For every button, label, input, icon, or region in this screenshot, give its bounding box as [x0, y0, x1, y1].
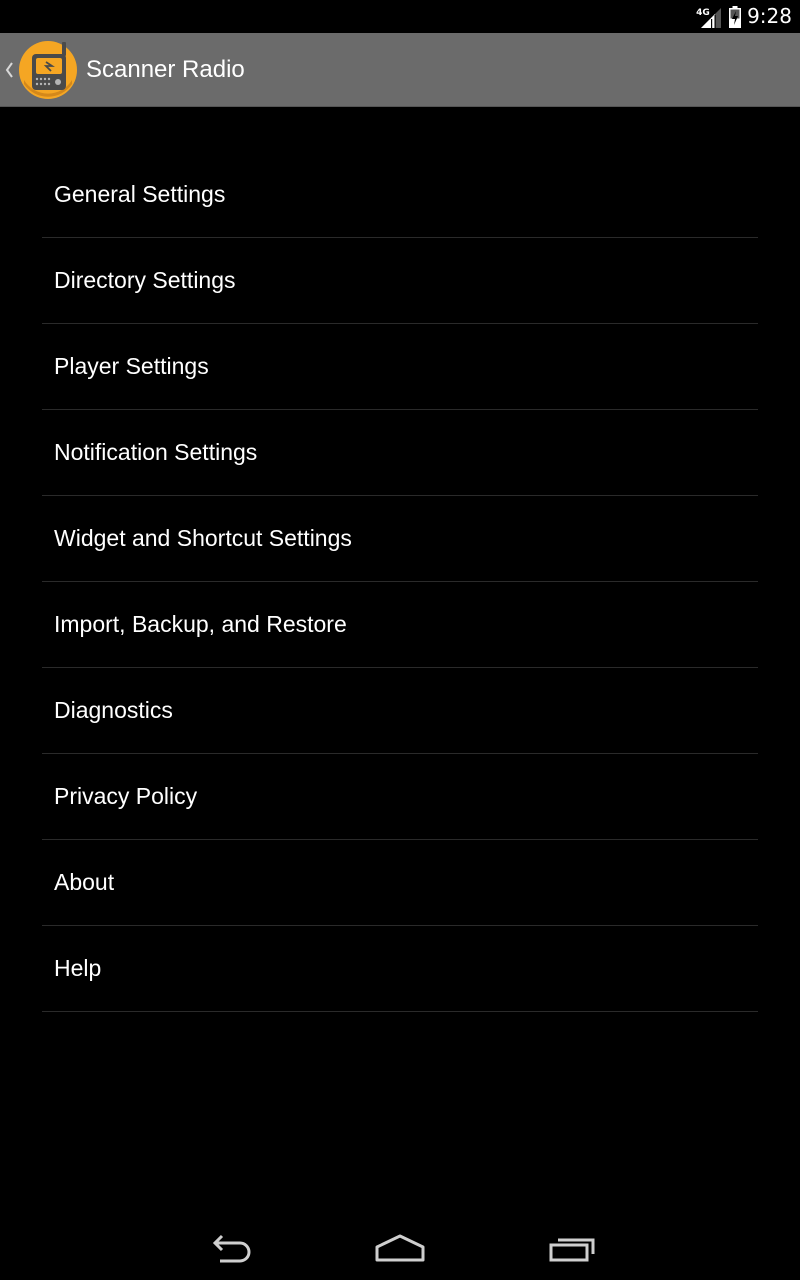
nav-recent-apps-button[interactable]: [527, 1216, 617, 1280]
settings-item-label: Directory Settings: [54, 267, 236, 293]
settings-item-label: General Settings: [54, 181, 226, 207]
settings-item-label: Widget and Shortcut Settings: [54, 525, 352, 551]
status-clock: 9:28: [747, 4, 792, 28]
settings-item-label: Player Settings: [54, 353, 209, 379]
settings-list: General Settings Directory Settings Play…: [42, 152, 758, 1012]
app-title: Scanner Radio: [86, 56, 245, 83]
settings-item-directory[interactable]: Directory Settings: [42, 238, 758, 324]
status-icons: 4G 9:28: [696, 0, 792, 33]
status-bar: 4G 9:28: [0, 0, 800, 33]
navigation-bar: [0, 1216, 800, 1280]
settings-item-privacy-policy[interactable]: Privacy Policy: [42, 754, 758, 840]
nav-back-button[interactable]: [185, 1216, 275, 1280]
up-navigation-button[interactable]: [0, 33, 80, 107]
settings-item-about[interactable]: About: [42, 840, 758, 926]
chevron-left-icon: [5, 62, 13, 78]
screen: 4G 9:28 Scanner Radio General Settings D…: [0, 0, 800, 1280]
settings-item-label: Import, Backup, and Restore: [54, 611, 347, 637]
settings-item-label: Privacy Policy: [54, 783, 198, 809]
settings-item-import-backup-restore[interactable]: Import, Backup, and Restore: [42, 582, 758, 668]
settings-item-general[interactable]: General Settings: [42, 152, 758, 238]
settings-item-notification[interactable]: Notification Settings: [42, 410, 758, 496]
settings-item-label: About: [54, 869, 115, 895]
settings-item-diagnostics[interactable]: Diagnostics: [42, 668, 758, 754]
scanner-radio-app-icon: [19, 41, 77, 99]
settings-item-widget-shortcut[interactable]: Widget and Shortcut Settings: [42, 496, 758, 582]
battery-icon: [729, 5, 742, 28]
home-icon: [375, 1234, 425, 1262]
network-type-label: 4G: [696, 7, 710, 18]
action-bar: Scanner Radio: [0, 33, 800, 107]
settings-item-label: Notification Settings: [54, 439, 258, 465]
nav-home-button[interactable]: [355, 1216, 445, 1280]
signal-icon: 4G: [696, 6, 722, 28]
recent-apps-icon: [549, 1238, 595, 1262]
settings-item-help[interactable]: Help: [42, 926, 758, 1012]
back-icon: [212, 1234, 251, 1263]
settings-item-player[interactable]: Player Settings: [42, 324, 758, 410]
settings-item-label: Help: [54, 955, 102, 981]
settings-item-label: Diagnostics: [54, 697, 173, 723]
